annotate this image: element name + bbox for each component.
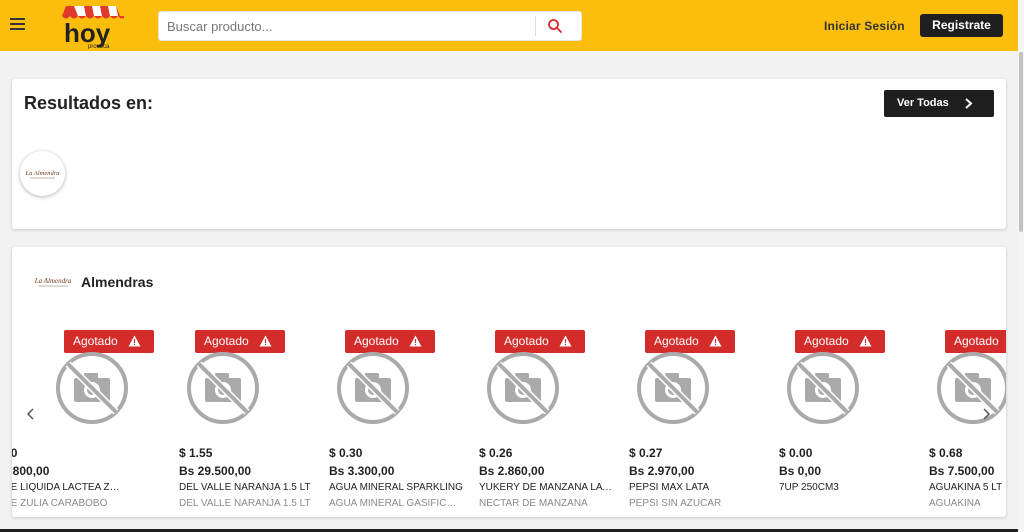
- product-card[interactable]: Agotado $ 0.30 Bs 3.300,00 AGUA MINERAL SPA…: [329, 330, 469, 517]
- price-usd: $ 0.26: [479, 446, 513, 460]
- warning-icon: [128, 335, 141, 347]
- no-image-icon: [487, 352, 559, 424]
- search-input[interactable]: [167, 12, 537, 40]
- price-bs: Bs 2.860,00: [479, 464, 545, 478]
- sold-out-label: Agotado: [804, 334, 849, 348]
- product-card[interactable]: Agotado $ 0.27 Bs 2.970,00 PEPSI MAX LATA PE…: [629, 330, 769, 517]
- price-bs: Bs 7.500,00: [929, 464, 995, 478]
- price-usd: $ 0.27: [629, 446, 663, 460]
- chevron-left-icon[interactable]: [24, 407, 38, 421]
- store-name: Almendras: [81, 274, 154, 290]
- results-title: Resultados en:: [24, 93, 154, 113]
- chevron-right-icon[interactable]: [979, 407, 993, 421]
- price-usd: $ 0.00: [779, 446, 813, 460]
- see-all-label: Ver Todas: [897, 97, 949, 109]
- product-name[interactable]: LECHE LIQUIDA LACTEA ZULIA 1.5L: [12, 482, 124, 493]
- product-description: AGUAKINA: [929, 498, 981, 509]
- warning-icon: [559, 335, 572, 347]
- store-logo-text: La Almendra: [34, 277, 72, 285]
- login-link[interactable]: Iniciar Sesión: [824, 19, 905, 33]
- price-usd: $ 1.55: [179, 446, 213, 460]
- price-usd: $ 0.80: [12, 446, 18, 460]
- search-box: [158, 11, 582, 41]
- warning-icon: [259, 335, 272, 347]
- page-scrollbar[interactable]: [1018, 0, 1024, 532]
- no-image-icon: [787, 352, 859, 424]
- price-usd: $ 0.30: [329, 446, 363, 460]
- store-avatar-text: La Almendra: [24, 170, 59, 177]
- product-card[interactable]: Agotado $ 0.80 Bs 5.800,00 LECHE LIQUIDA LA…: [12, 330, 154, 517]
- logo-subtext: provoca: [88, 44, 110, 49]
- no-image-icon: [937, 352, 1006, 424]
- sold-out-label: Agotado: [73, 334, 118, 348]
- warning-icon: [859, 335, 872, 347]
- price-bs: Bs 3.300,00: [329, 464, 395, 478]
- store-logo: La Almendra: [34, 277, 72, 287]
- product-description: DEL VALLE NARANJA 1.5 LT: [179, 498, 311, 509]
- no-image-icon: [637, 352, 709, 424]
- product-card[interactable]: Agotado $ 0.68 Bs 7.500,00 AGUAKINA 5 LT AGU…: [929, 330, 1006, 517]
- menu-icon[interactable]: [10, 15, 32, 35]
- product-description: LECHE ZULIA CARABOBO: [12, 498, 108, 509]
- sold-out-label: Agotado: [204, 334, 249, 348]
- store-avatar[interactable]: La Almendra: [20, 151, 65, 196]
- product-name[interactable]: YUKERY DE MANZANA LATA: [479, 482, 613, 493]
- results-card: Resultados en: Ver Todas La Almendra: [12, 79, 1006, 229]
- chevron-right-icon: [965, 98, 973, 109]
- product-card[interactable]: Agotado $ 0.26 Bs 2.860,00 YUKERY DE MANZAN…: [479, 330, 619, 517]
- register-button[interactable]: Registrate: [920, 14, 1003, 37]
- product-card[interactable]: Agotado $ 1.55 Bs 29.500,00 DEL VALLE NARAN…: [179, 330, 319, 517]
- scrollbar-thumb[interactable]: [1019, 52, 1023, 232]
- top-header: hoy provoca Iniciar Sesión Registrate: [0, 0, 1018, 51]
- product-description: NECTAR DE MANZANA: [479, 498, 588, 509]
- product-name[interactable]: AGUAKINA 5 LT: [929, 482, 1006, 493]
- search-divider: [535, 16, 536, 36]
- price-bs: Bs 0,00: [779, 464, 822, 478]
- sold-out-label: Agotado: [654, 334, 699, 348]
- hoy-logo[interactable]: hoy provoca: [58, 2, 126, 50]
- sold-out-label: Agotado: [504, 334, 549, 348]
- no-image-icon: [187, 352, 259, 424]
- warning-icon: [409, 335, 422, 347]
- product-name[interactable]: AGUA MINERAL SPARKLING: [329, 482, 463, 493]
- sold-out-label: Agotado: [954, 334, 999, 348]
- product-description: AGUA MINERAL GASIFICADA: [329, 498, 463, 509]
- warning-icon: [709, 335, 722, 347]
- store-section-card: Agotado $ 0.80 Bs 5.800,00 LECHE LIQUIDA LA…: [12, 247, 1006, 517]
- price-bs: Bs 5.800,00: [12, 464, 50, 478]
- product-card[interactable]: Agotado $ 0.00 Bs 0,00 7UP 250CM3: [779, 330, 919, 517]
- product-name[interactable]: 7UP 250CM3: [779, 482, 913, 493]
- see-all-button[interactable]: Ver Todas: [884, 90, 994, 117]
- sold-out-label: Agotado: [354, 334, 399, 348]
- product-name[interactable]: DEL VALLE NARANJA 1.5 LT: [179, 482, 313, 493]
- product-carousel: Agotado $ 0.80 Bs 5.800,00 LECHE LIQUIDA LA…: [12, 247, 1006, 517]
- price-usd: $ 0.68: [929, 446, 963, 460]
- price-bs: Bs 29.500,00: [179, 464, 252, 478]
- price-bs: Bs 2.970,00: [629, 464, 695, 478]
- product-name[interactable]: PEPSI MAX LATA: [629, 482, 763, 493]
- search-icon[interactable]: [547, 18, 563, 34]
- no-image-icon: [337, 352, 409, 424]
- product-description: PEPSI SIN AZUCAR: [629, 498, 722, 509]
- no-image-icon: [56, 352, 128, 424]
